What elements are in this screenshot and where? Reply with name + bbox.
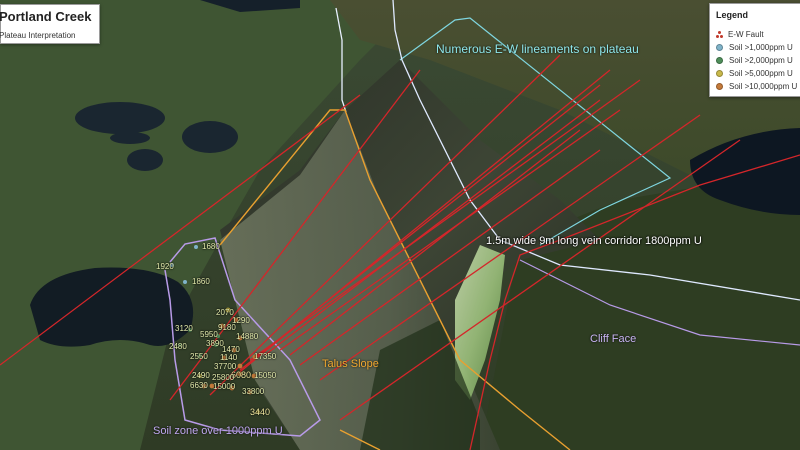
legend-item-soil-10000: Soil >10,000ppm U: [716, 80, 797, 92]
map-subtitle: Plateau Interpretation: [0, 31, 76, 40]
map-title: Portland Creek: [0, 9, 92, 24]
lineaments-label: Numerous E-W lineaments on plateau: [436, 42, 639, 56]
legend-item-fault: E-W Fault: [716, 28, 764, 40]
legend-panel: Legend E-W Fault Soil >1,000ppm U Soil >…: [709, 3, 800, 97]
legend-item-soil-1000: Soil >1,000ppm U: [716, 41, 793, 53]
soil-dot-icon: [716, 69, 723, 77]
soil-dot-icon: [716, 43, 723, 51]
legend-item-label: E-W Fault: [728, 29, 764, 39]
fault-icon: [716, 30, 724, 38]
lake-2: [127, 149, 163, 171]
legend-heading: Legend: [716, 10, 749, 20]
lake-1: [75, 102, 165, 134]
soil-value: 2550: [190, 352, 208, 361]
soil-dot-icon: [716, 56, 723, 64]
soil-value: 25800: [212, 373, 235, 382]
soil-dot-icon: [716, 82, 723, 90]
soil-value: 17350: [254, 352, 277, 361]
soil-value: 1920: [156, 262, 174, 271]
soil-value: 1860: [192, 277, 210, 286]
soil-value: 15000: [213, 382, 236, 391]
soil-value: 15050: [254, 371, 277, 380]
soil-value: 1140: [220, 353, 238, 362]
soil-value: 5950: [200, 330, 218, 339]
soil-value: 6630: [190, 381, 208, 390]
vein-corridor-label: 1.5m wide 9m long vein corridor 1800ppm …: [486, 235, 702, 247]
legend-item-soil-5000: Soil >5,000ppm U: [716, 67, 793, 79]
legend-item-label: Soil >10,000ppm U: [729, 81, 798, 91]
lake-large-left: [30, 267, 194, 347]
cliff-face-label: Cliff Face: [590, 333, 637, 345]
soil-zone-label: Soil zone over 1000ppm U: [153, 425, 283, 437]
map-title-box: Portland Creek Plateau Interpretation: [0, 4, 100, 44]
soil-value: 2480: [169, 342, 187, 351]
talus-slope-label: Talus Slope: [322, 358, 379, 370]
soil-value: 33800: [242, 387, 265, 396]
soil-value: 14880: [236, 332, 259, 341]
legend-item-label: Soil >5,000ppm U: [729, 68, 793, 78]
lake-3: [182, 121, 238, 153]
lake-4: [110, 132, 150, 144]
legend-item-label: Soil >2,000ppm U: [729, 55, 793, 65]
soil-value: 3120: [175, 324, 193, 333]
soil-value: 3440: [250, 407, 271, 417]
soil-value: 9180: [218, 323, 236, 332]
legend-item-soil-2000: Soil >2,000ppm U: [716, 54, 793, 66]
map-view[interactable]: [0, 0, 800, 450]
soil-value: 1680: [202, 242, 220, 251]
legend-item-label: Soil >1,000ppm U: [729, 42, 793, 52]
soil-value: 2490: [192, 371, 210, 380]
